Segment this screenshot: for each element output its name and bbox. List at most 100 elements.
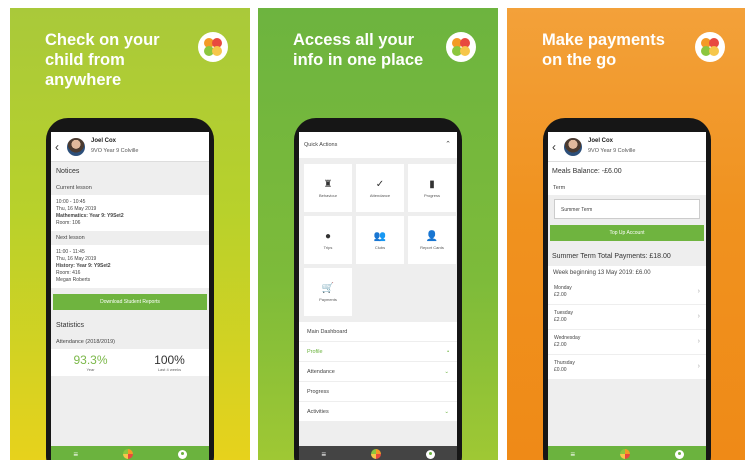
notices-title: Notices <box>51 162 209 181</box>
profile-icon[interactable] <box>674 449 684 459</box>
home-logo-icon[interactable] <box>619 449 630 459</box>
lesson-date: Thu, 16 May 2019 <box>56 256 97 262</box>
list-item[interactable]: Wednesday £2.00 › <box>548 330 706 355</box>
current-lesson-title: Current lesson <box>51 181 209 195</box>
chevron-up-icon[interactable]: ⌃ <box>445 140 451 148</box>
menu-item-label: Main Dashboard <box>307 329 348 335</box>
menu-item-activities[interactable]: Activities ⌄ <box>299 402 457 422</box>
day-amount: £2.00 <box>554 317 567 323</box>
app-logo-icon <box>198 32 228 62</box>
tile-behaviour[interactable]: ♜ Behaviour <box>304 164 352 212</box>
stat-year: 93.3% Year <box>51 353 130 372</box>
back-arrow-icon[interactable]: ‹ <box>55 140 59 154</box>
profile-icon[interactable] <box>425 449 435 459</box>
avatar <box>67 138 85 156</box>
quick-actions-grid: ♜ Behaviour ✓ Attendance ▮ Progress ● Trips … <box>299 158 457 322</box>
phone-screen: Quick Actions ⌃ ♜ Behaviour ✓ Attendance ▮… <box>299 132 457 460</box>
tile-clubs[interactable]: 👥 Clubs <box>356 216 404 264</box>
app-logo-icon <box>695 32 725 62</box>
menu-item-label: Activities <box>307 409 329 415</box>
phone-screen: ‹ Joel Cox 9VO Year 9 Colville Meals Bal… <box>548 132 706 460</box>
download-reports-button[interactable]: Download Student Reports <box>53 294 207 310</box>
promo-panel-access: Access all your info in one place Quick … <box>258 8 498 460</box>
lesson-time: 10:00 - 10:45 <box>56 199 86 205</box>
tile-label: Clubs <box>374 244 386 250</box>
current-lesson-card[interactable]: 10:00 - 10:45 Thu, 16 May 2019 Mathemati… <box>51 195 209 231</box>
lesson-room: Room: 106 <box>56 220 81 226</box>
day-amount: £0.00 <box>554 367 567 373</box>
chevron-right-icon: › <box>697 313 700 320</box>
phone-frame: ‹ Joel Cox 9VO Year 9 Colville Meals Bal… <box>543 118 711 460</box>
term-select[interactable]: Summer Term <box>554 199 700 219</box>
check-icon: ✓ <box>375 178 385 190</box>
student-header: ‹ Joel Cox 9VO Year 9 Colville <box>548 132 706 162</box>
next-lesson-card[interactable]: 11:00 - 11:45 Thu, 16 May 2019 History: … <box>51 245 209 288</box>
tile-trips[interactable]: ● Trips <box>304 216 352 264</box>
home-logo-icon[interactable] <box>370 449 381 459</box>
menu-item-label: Progress <box>307 389 330 395</box>
bottom-tab-bar: ≡ <box>548 446 706 460</box>
home-logo-icon[interactable] <box>122 449 133 459</box>
lesson-subject: History: Year 9: Y9Set2 <box>56 263 111 269</box>
list-item[interactable]: Thursday £0.00 › <box>548 355 706 380</box>
menu-icon[interactable]: ≡ <box>321 450 326 459</box>
panel-headline: Make payments on the go <box>542 31 665 69</box>
tile-payments[interactable]: 🛒 Payments <box>304 268 352 316</box>
day-name: Tuesday <box>554 310 573 316</box>
side-menu: Main Dashboard Profile • Attendance ⌄ Prog… <box>299 322 457 422</box>
menu-item-profile[interactable]: Profile • <box>299 342 457 362</box>
stat-recent-value: 100% <box>154 353 185 367</box>
term-label: Term <box>548 181 706 195</box>
promo-panel-monitor: Check on your child from anywhere ‹ Joel… <box>10 8 250 460</box>
lesson-teacher: Megan Roberts <box>56 277 91 283</box>
day-amount: £2.00 <box>554 292 567 298</box>
quick-actions-header[interactable]: Quick Actions ⌃ <box>299 132 457 158</box>
day-name: Wednesday <box>554 335 581 341</box>
tile-progress[interactable]: ▮ Progress <box>408 164 456 212</box>
list-item[interactable]: Tuesday £2.00 › <box>548 305 706 330</box>
phone-frame: ‹ Joel Cox 9VO Year 9 Colville Notices C… <box>46 118 214 460</box>
meals-balance: Meals Balance: -£6.00 <box>548 162 706 181</box>
menu-icon[interactable]: ≡ <box>73 450 78 459</box>
phone-screen: ‹ Joel Cox 9VO Year 9 Colville Notices C… <box>51 132 209 460</box>
avatar <box>564 138 582 156</box>
stat-year-label: Year <box>86 367 95 372</box>
student-name: Joel Cox <box>588 138 614 144</box>
lesson-time: 11:00 - 11:45 <box>56 249 85 255</box>
back-arrow-icon[interactable]: ‹ <box>552 140 556 154</box>
tile-attendance[interactable]: ✓ Attendance <box>356 164 404 212</box>
bar-chart-icon: ▮ <box>429 178 435 190</box>
phone-frame: Quick Actions ⌃ ♜ Behaviour ✓ Attendance ▮… <box>294 118 462 460</box>
day-name: Thursday <box>554 360 575 366</box>
student-class: 9VO Year 9 Colville <box>91 148 139 154</box>
next-lesson-title: Next lesson <box>51 231 209 245</box>
chevron-right-icon: › <box>697 288 700 295</box>
cart-icon: 🛒 <box>321 282 335 294</box>
menu-item-attendance[interactable]: Attendance ⌄ <box>299 362 457 382</box>
person-icon: 👤 <box>425 230 439 242</box>
tile-label: Attendance <box>369 192 391 198</box>
group-icon: 👥 <box>373 230 387 242</box>
week-label: Week beginning 13 May 2019: £6.00 <box>548 266 706 280</box>
panel-headline: Access all your info in one place <box>293 31 424 69</box>
map-pin-icon: ● <box>324 230 332 242</box>
chevron-down-icon: ⌄ <box>444 409 449 415</box>
active-dot-icon: • <box>447 349 449 355</box>
bottom-tab-bar: ≡ <box>51 446 209 460</box>
term-total: Summer Term Total Payments: £18.00 <box>548 247 706 266</box>
profile-icon[interactable] <box>177 449 187 459</box>
stat-recent: 100% Last 4 weeks <box>130 353 209 372</box>
stat-recent-label: Last 4 weeks <box>157 367 182 372</box>
list-item[interactable]: Monday £2.00 › <box>548 280 706 305</box>
menu-item-main-dashboard[interactable]: Main Dashboard <box>299 322 457 342</box>
tile-label: Trips <box>323 244 333 250</box>
top-up-button[interactable]: Top Up Account <box>550 225 704 241</box>
menu-icon[interactable]: ≡ <box>570 450 575 459</box>
tile-label: Behaviour <box>318 192 337 198</box>
day-name: Monday <box>554 285 572 291</box>
menu-item-progress[interactable]: Progress <box>299 382 457 402</box>
bottom-tab-bar: ≡ <box>299 446 457 460</box>
menu-item-label: Profile <box>307 349 323 355</box>
tile-report-cards[interactable]: 👤 Report Cards <box>408 216 456 264</box>
app-logo-icon <box>446 32 476 62</box>
